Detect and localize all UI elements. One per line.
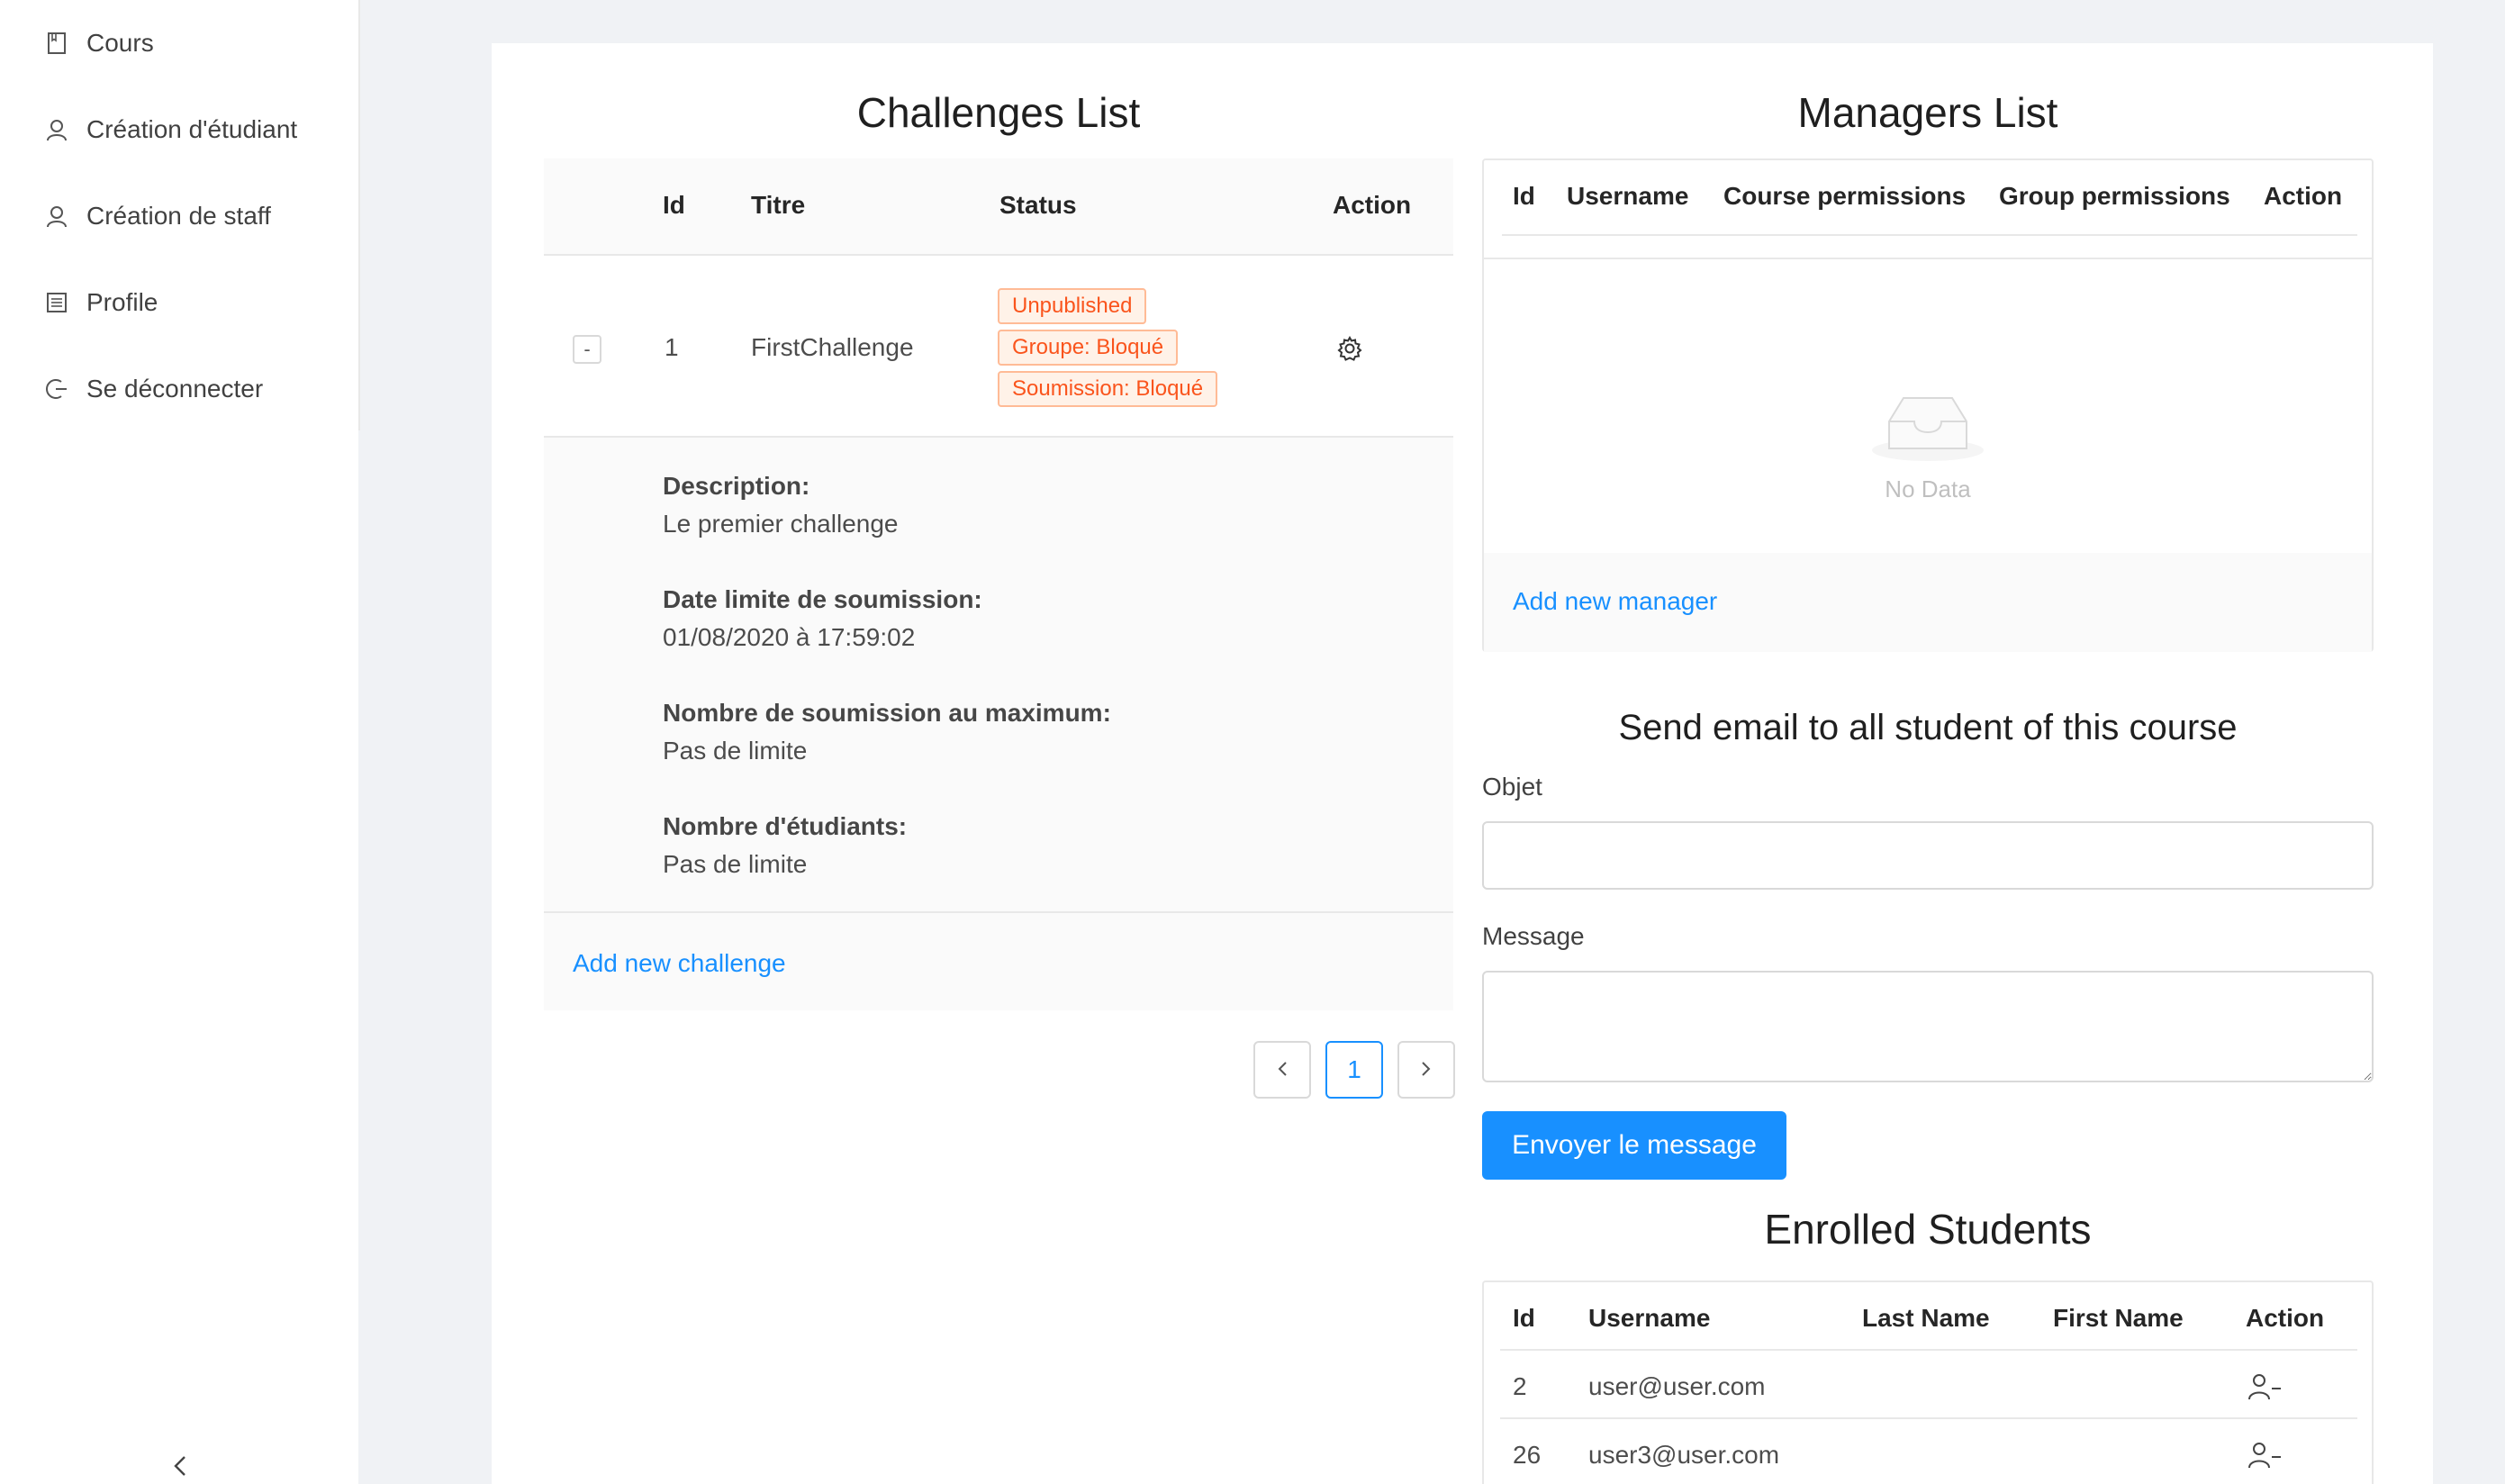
chevron-left-icon xyxy=(172,1454,188,1482)
table-footer: Add new manager xyxy=(1484,553,2372,652)
empty-state-text: No Data xyxy=(1885,475,1971,502)
sidebar: Cours Création d'étudiant Création de st… xyxy=(0,0,358,1484)
pagination-next-button[interactable] xyxy=(1397,1041,1455,1099)
chevron-right-icon xyxy=(1420,1055,1433,1084)
student-id: 2 xyxy=(1513,1372,1527,1400)
book-icon xyxy=(43,30,70,57)
student-id: 26 xyxy=(1513,1441,1542,1469)
detail-value: Pas de limite xyxy=(663,850,808,878)
add-challenge-link[interactable]: Add new challenge xyxy=(573,949,786,978)
sidebar-collapse-button[interactable] xyxy=(162,1452,198,1484)
challenge-id: 1 xyxy=(665,333,679,361)
sidebar-item-cours[interactable]: Cours xyxy=(0,7,358,79)
column-header-username: Username xyxy=(1588,1304,1711,1332)
challenge-details: Description: Le premier challenge Date l… xyxy=(544,438,1453,913)
pagination-prev-button[interactable] xyxy=(1253,1041,1311,1099)
managers-title: Managers List xyxy=(1797,89,2058,136)
column-header-username: Username xyxy=(1567,182,1689,210)
sidebar-item-profile[interactable]: Profile xyxy=(0,267,358,339)
sidebar-item-label: Création de staff xyxy=(86,202,271,230)
send-message-button[interactable]: Envoyer le message xyxy=(1482,1111,1786,1180)
column-header-action: Action xyxy=(2264,182,2343,210)
sidebar-item-label: Profile xyxy=(86,288,158,316)
divider xyxy=(1500,1349,2357,1351)
divider xyxy=(1502,234,2357,236)
managers-table: Id Username Course permissions Group per… xyxy=(1482,158,2374,652)
user-icon xyxy=(43,116,70,143)
students-table: Id Username Last Name First Name Action … xyxy=(1482,1280,2374,1484)
sidebar-item-label: Cours xyxy=(86,29,154,57)
row-collapse-button[interactable]: - xyxy=(573,335,601,364)
profile-icon xyxy=(43,289,70,316)
email-form-title: Send email to all student of this course xyxy=(1618,708,2238,747)
sidebar-item-label: Création d'étudiant xyxy=(86,115,298,143)
table-footer: Add new challenge xyxy=(544,913,1453,1010)
table-header: Id Titre Status Action xyxy=(544,158,1453,256)
status-badge: Unpublished xyxy=(998,288,1147,324)
column-header-group-permissions: Group permissions xyxy=(1999,182,2230,210)
column-header-title: Titre xyxy=(751,191,806,219)
detail-value: Le premier challenge xyxy=(663,510,899,538)
sidebar-item-label: Se déconnecter xyxy=(86,375,264,403)
sidebar-border xyxy=(358,0,360,430)
add-manager-link[interactable]: Add new manager xyxy=(1513,587,1717,616)
detail-label: Nombre d'étudiants: xyxy=(663,812,908,840)
detail-value: 01/08/2020 à 17:59:02 xyxy=(663,623,916,651)
user-delete-icon[interactable] xyxy=(2247,1372,2283,1406)
chevron-left-icon xyxy=(1276,1055,1289,1084)
message-label: Message xyxy=(1482,922,1585,950)
detail-label: Description: xyxy=(663,472,810,500)
detail-value: Pas de limite xyxy=(663,737,808,765)
status-badge: Soumission: Bloqué xyxy=(998,371,1218,407)
student-username: user3@user.com xyxy=(1588,1441,1780,1469)
column-header-id: Id xyxy=(1513,182,1535,210)
column-header-action: Action xyxy=(2246,1304,2325,1332)
user-delete-icon[interactable] xyxy=(2247,1441,2283,1474)
detail-label: Date limite de soumission: xyxy=(663,585,982,613)
message-textarea[interactable] xyxy=(1482,971,2374,1082)
gear-icon[interactable] xyxy=(1336,335,1363,366)
column-header-first-name: First Name xyxy=(2053,1304,2184,1332)
column-header-last-name: Last Name xyxy=(1862,1304,1990,1332)
sidebar-item-logout[interactable]: Se déconnecter xyxy=(0,353,358,425)
challenge-title: FirstChallenge xyxy=(751,333,914,361)
sidebar-item-staff-creation[interactable]: Création de staff xyxy=(0,180,358,252)
logout-icon xyxy=(43,376,70,403)
student-username: user@user.com xyxy=(1588,1372,1766,1400)
status-badge: Groupe: Bloqué xyxy=(998,330,1179,366)
challenges-title: Challenges List xyxy=(856,89,1141,136)
user-icon xyxy=(43,203,70,230)
divider xyxy=(1484,258,2372,259)
divider xyxy=(1500,1417,2357,1419)
column-header-action: Action xyxy=(1333,191,1412,219)
column-header-id: Id xyxy=(1513,1304,1535,1332)
inbox-icon xyxy=(1871,385,1985,467)
column-header-status: Status xyxy=(999,191,1077,219)
column-header-course-permissions: Course permissions xyxy=(1723,182,1967,210)
table-row: - 1 FirstChallenge Unpublished Groupe: B… xyxy=(544,256,1453,438)
sidebar-item-student-creation[interactable]: Création d'étudiant xyxy=(0,94,358,166)
main-content: Challenges List Id Titre Status Action -… xyxy=(492,43,2433,1484)
detail-label: Nombre de soumission au maximum: xyxy=(663,699,1111,727)
pagination-page-1[interactable]: 1 xyxy=(1325,1041,1383,1099)
subject-input[interactable] xyxy=(1482,821,2374,890)
column-header-id: Id xyxy=(663,191,685,219)
subject-label: Objet xyxy=(1482,773,1542,801)
students-title: Enrolled Students xyxy=(1764,1206,2092,1253)
